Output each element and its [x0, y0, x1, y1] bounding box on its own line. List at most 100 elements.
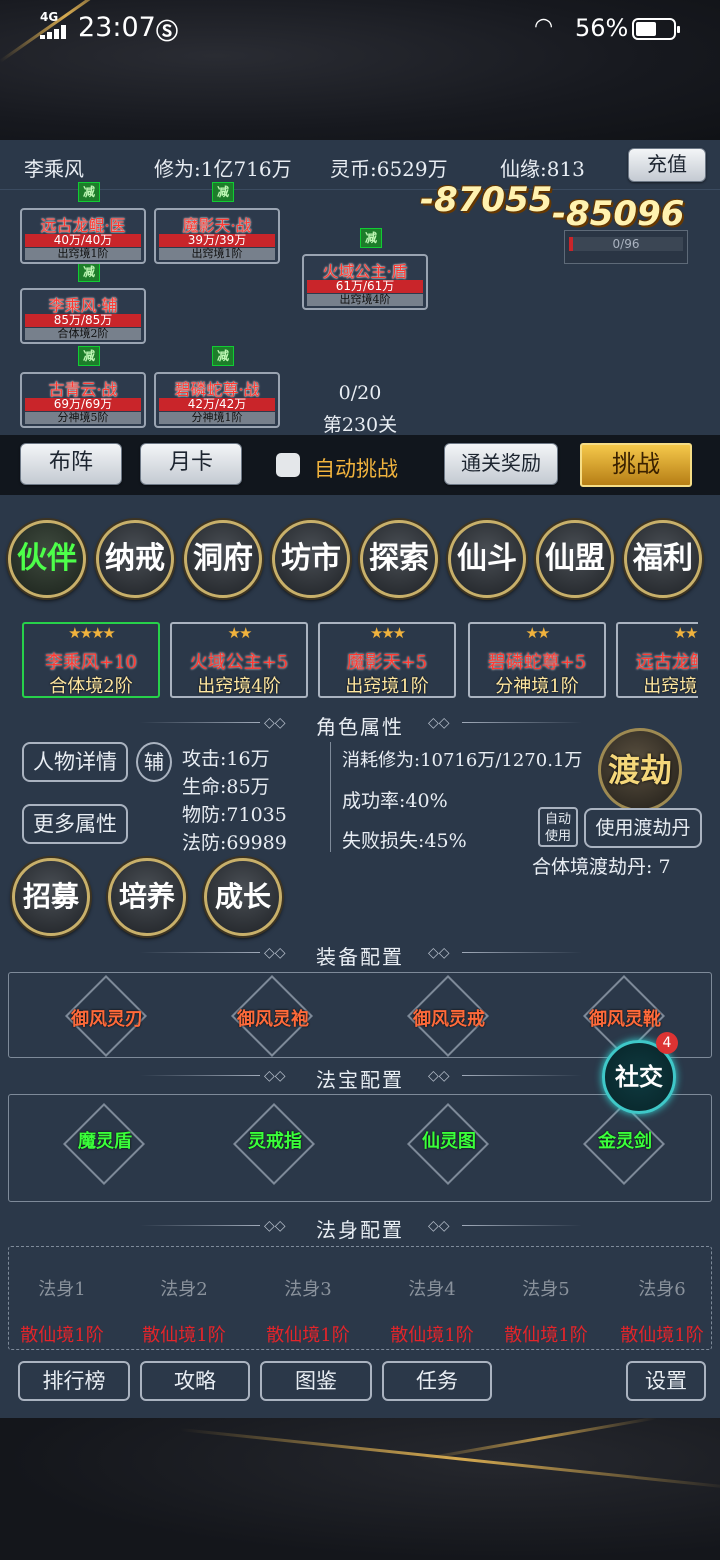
unit-level: 出窍境1阶: [25, 248, 141, 260]
body-slot-level: 散仙境1阶: [142, 1325, 226, 1346]
menu-welfare[interactable]: 福利: [624, 520, 702, 598]
companion-level: 合体境2阶: [49, 676, 133, 697]
companion-card[interactable]: ★★ 碧磷蛇尊+5 分神境1阶: [468, 622, 606, 698]
growth-button[interactable]: 成长: [204, 858, 282, 936]
equipment-panel: 御风灵刃 御风灵袍 御风灵戒 御风灵靴: [8, 972, 712, 1058]
menu-explore[interactable]: 探索: [360, 520, 438, 598]
section-title: 装备配置: [316, 945, 404, 969]
auto-challenge-checkbox[interactable]: [276, 453, 300, 477]
debuff-icon: 减: [78, 346, 100, 366]
ornament-icon: ◇◇: [428, 1218, 450, 1234]
companion-card[interactable]: ★★★ 魔影天+5 出窍境1阶: [318, 622, 456, 698]
body-slot-level: 散仙境1阶: [390, 1325, 474, 1346]
companion-card[interactable]: ★★★★ 李乘风+10 合体境2阶: [22, 622, 160, 698]
ally-unit[interactable]: 魔影天·战 39万/39万 出窍境1阶: [154, 208, 280, 264]
body-slot-name[interactable]: 法身5: [491, 1275, 601, 1301]
enemy-unit[interactable]: 0/96: [564, 230, 688, 264]
body-slot-level: 散仙境1阶: [20, 1325, 104, 1346]
status-bar: 4G 23:07 Ⓢ ◠ 56%: [0, 0, 720, 58]
ornament-icon: ◇◇: [428, 945, 450, 961]
body-slot-name[interactable]: 法身1: [7, 1275, 117, 1301]
cultivation: 修为:1亿716万: [154, 157, 292, 181]
unit-hp: 85万/85万: [25, 314, 141, 327]
body-header: ◇◇ 法身配置 ◇◇: [0, 1212, 720, 1242]
damage-number: -87055: [420, 180, 553, 220]
unit-hp: 40万/40万: [25, 234, 141, 247]
tasks-button[interactable]: 任务: [382, 1361, 492, 1401]
menu-arena[interactable]: 仙斗: [448, 520, 526, 598]
recharge-button[interactable]: 充值: [628, 148, 706, 182]
star-rating: ★★: [525, 624, 551, 642]
failure-loss: 失败损失:45%: [342, 830, 467, 852]
menu-storage-ring[interactable]: 纳戒: [96, 520, 174, 598]
battle-controls: 布阵 月卡 自动挑战 通关奖励 挑战: [0, 435, 720, 495]
damage-number: -85096: [552, 194, 685, 234]
silent-icon: Ⓢ: [156, 20, 179, 45]
fate-points: 仙缘:813: [500, 157, 585, 181]
tribulation-icon[interactable]: 渡劫: [598, 728, 682, 812]
unit-level: 出窍境4阶: [307, 294, 423, 306]
companion-card[interactable]: ★★ 远古龙鲲+5 出窍境1阶: [616, 622, 698, 698]
companion-card[interactable]: ★★ 火域公主+5 出窍境4阶: [170, 622, 308, 698]
formation-button[interactable]: 布阵: [20, 443, 122, 485]
guide-button[interactable]: 攻略: [140, 1361, 250, 1401]
menu-companions[interactable]: 伙伴: [8, 520, 86, 598]
body-slot-name[interactable]: 法身4: [377, 1275, 487, 1301]
battery-percent: 56%: [575, 14, 629, 42]
debuff-icon: 减: [78, 262, 100, 282]
clear-reward-button[interactable]: 通关奖励: [444, 443, 558, 485]
stage-label: 第230关: [322, 414, 398, 436]
recruit-button[interactable]: 招募: [12, 858, 90, 936]
ally-unit[interactable]: 远古龙鲲·医 40万/40万 出窍境1阶: [20, 208, 146, 264]
character-details-button[interactable]: 人物详情: [22, 742, 128, 782]
player-info-bar: 李乘风 修为:1亿716万 灵币:6529万 仙缘:813 充值: [0, 140, 720, 190]
clock: 23:07: [78, 12, 156, 43]
equipment-name: 御风灵袍: [237, 1009, 309, 1030]
ally-unit[interactable]: 古青云·战 69万/69万 分神境5阶: [20, 372, 146, 428]
ally-unit[interactable]: 碧磷蛇尊·战 42万/42万 分神境1阶: [154, 372, 280, 428]
equipment-name: 御风灵靴: [589, 1009, 661, 1030]
pill-count: 合体境渡劫丹: 7: [532, 856, 671, 878]
monthly-card-button[interactable]: 月卡: [140, 443, 242, 485]
auto-use-toggle[interactable]: 自动使用: [538, 807, 578, 847]
enemy-hp: 0/96: [612, 237, 640, 251]
ally-unit[interactable]: 火域公主·盾 61万/61万 出窍境4阶: [302, 254, 428, 310]
menu-cave[interactable]: 洞府: [184, 520, 262, 598]
attributes-header: ◇◇ 角色属性 ◇◇: [0, 709, 720, 739]
equipment-header: ◇◇ 装备配置 ◇◇: [0, 939, 720, 969]
treasure-panel: 魔灵盾 灵戒指 仙灵图 金灵剑: [8, 1094, 712, 1202]
body-slot-name[interactable]: 法身3: [253, 1275, 363, 1301]
debuff-icon: 减: [78, 182, 100, 202]
companion-name: 李乘风+10: [45, 652, 137, 673]
settings-button[interactable]: 设置: [626, 1361, 706, 1401]
leaderboard-button[interactable]: 排行榜: [18, 1361, 130, 1401]
companion-name: 火域公主+5: [189, 652, 289, 673]
magic-defense-stat: 法防:69989: [182, 832, 287, 854]
companion-name: 远古龙鲲+5: [635, 652, 698, 673]
health-stat: 生命:85万: [182, 776, 270, 798]
body-slot-name[interactable]: 法身2: [129, 1275, 239, 1301]
treasure-name: 仙灵图: [422, 1131, 476, 1152]
section-title: 角色属性: [316, 715, 404, 739]
more-attributes-button[interactable]: 更多属性: [22, 804, 128, 844]
body-slot-name[interactable]: 法身6: [607, 1275, 717, 1301]
physical-defense-stat: 物防:71035: [182, 804, 287, 826]
menu-market[interactable]: 坊市: [272, 520, 350, 598]
body-slot-level: 散仙境1阶: [266, 1325, 350, 1346]
menu-alliance[interactable]: 仙盟: [536, 520, 614, 598]
star-rating: ★★: [227, 624, 253, 642]
train-button[interactable]: 培养: [108, 858, 186, 936]
ally-unit[interactable]: 李乘风·辅 85万/85万 合体境2阶: [20, 288, 146, 344]
body-panel: 法身1 法身2 法身3 法身4 法身5 法身6 散仙境1阶 散仙境1阶 散仙境1…: [8, 1246, 712, 1350]
unit-level: 出窍境1阶: [159, 248, 275, 260]
use-pill-button[interactable]: 使用渡劫丹: [584, 808, 702, 848]
battle-field: 减 减 减 减 减 减 远古龙鲲·医 40万/40万 出窍境1阶 魔影天·战 3…: [0, 180, 720, 436]
codex-button[interactable]: 图鉴: [260, 1361, 372, 1401]
debuff-icon: 减: [360, 228, 382, 248]
debuff-icon: 减: [212, 182, 234, 202]
treasure-name: 灵戒指: [248, 1131, 302, 1152]
challenge-button[interactable]: 挑战: [580, 443, 692, 487]
companion-level: 出窍境1阶: [643, 676, 698, 697]
unit-level: 分神境1阶: [159, 412, 275, 424]
wave-counter: 0/20: [338, 382, 382, 404]
